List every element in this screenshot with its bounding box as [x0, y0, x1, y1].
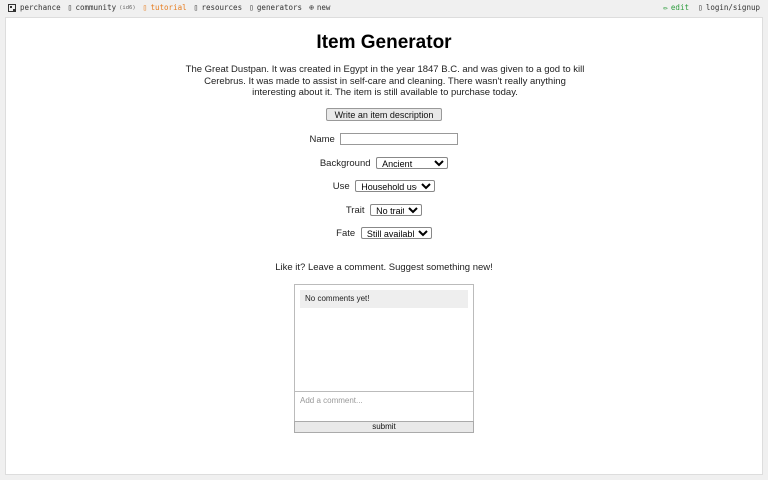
- generate-button[interactable]: Write an item description: [326, 108, 442, 121]
- nav-perchance[interactable]: perchance: [8, 3, 61, 12]
- trait-row: Trait No trait: [6, 204, 762, 216]
- use-select[interactable]: Household use: [355, 180, 436, 192]
- nav-community-badge: (id6): [119, 4, 136, 11]
- fate-row: Fate Still available: [6, 227, 762, 239]
- background-select[interactable]: Ancient: [376, 157, 449, 169]
- nav-perchance-label: perchance: [20, 3, 61, 12]
- nav-community[interactable]: ▯ community (id6): [68, 3, 136, 12]
- nav-community-label: community: [75, 3, 117, 12]
- trait-label: Trait: [345, 204, 365, 216]
- background-row: Background Ancient: [6, 157, 762, 169]
- nav-resources[interactable]: ▯ resources: [194, 3, 242, 12]
- use-row: Use Household use: [6, 180, 762, 192]
- page-title: Item Generator: [316, 32, 452, 53]
- book-icon: ▯: [142, 2, 148, 12]
- top-nav-bar: perchance ▯ community (id6) ▯ tutorial ▯…: [0, 0, 768, 16]
- use-label: Use: [332, 180, 350, 192]
- fate-label: Fate: [336, 227, 356, 239]
- name-input[interactable]: [340, 133, 459, 145]
- nav-edit-label: edit: [670, 3, 689, 12]
- submit-comment-button[interactable]: submit: [294, 421, 474, 433]
- nav-right: ✏ edit ▯ login/signup: [654, 3, 760, 12]
- nav-left: perchance ▯ community (id6) ▯ tutorial ▯…: [8, 3, 337, 12]
- chat-icon: ▯: [67, 2, 73, 12]
- pencil-icon: ✏: [663, 2, 668, 12]
- nav-new[interactable]: ⊕ new: [309, 3, 330, 12]
- list-icon: ▯: [249, 2, 254, 12]
- comment-cta: Like it? Leave a comment. Suggest someth…: [275, 262, 493, 273]
- fate-select[interactable]: Still available: [360, 227, 432, 239]
- generator-panel: Item Generator The Great Dustpan. It was…: [5, 17, 763, 475]
- trait-select[interactable]: No trait: [370, 204, 423, 216]
- name-label: Name: [309, 133, 335, 145]
- nav-tutorial-label: tutorial: [150, 3, 187, 12]
- nav-resources-label: resources: [201, 3, 243, 12]
- dice-icon: [8, 3, 16, 12]
- background-label: Background: [319, 157, 371, 169]
- item-description: The Great Dustpan. It was created in Egy…: [185, 64, 585, 98]
- nav-tutorial[interactable]: ▯ tutorial: [143, 3, 187, 12]
- comments-box: No comments yet!: [294, 284, 474, 421]
- comments-list: No comments yet!: [295, 285, 473, 391]
- nav-edit[interactable]: ✏ edit: [663, 3, 689, 12]
- plus-circle-icon: ⊕: [309, 2, 314, 12]
- nav-login-label: login/signup: [705, 3, 760, 12]
- info-icon: ▯: [193, 2, 199, 12]
- name-row: Name: [6, 133, 762, 145]
- nav-new-label: new: [316, 3, 331, 12]
- user-icon: ▯: [697, 2, 703, 12]
- nav-generators[interactable]: ▯ generators: [249, 3, 302, 12]
- no-comments-message: No comments yet!: [300, 290, 468, 308]
- comment-input[interactable]: [295, 391, 473, 421]
- nav-login[interactable]: ▯ login/signup: [698, 3, 760, 12]
- nav-generators-label: generators: [256, 3, 303, 12]
